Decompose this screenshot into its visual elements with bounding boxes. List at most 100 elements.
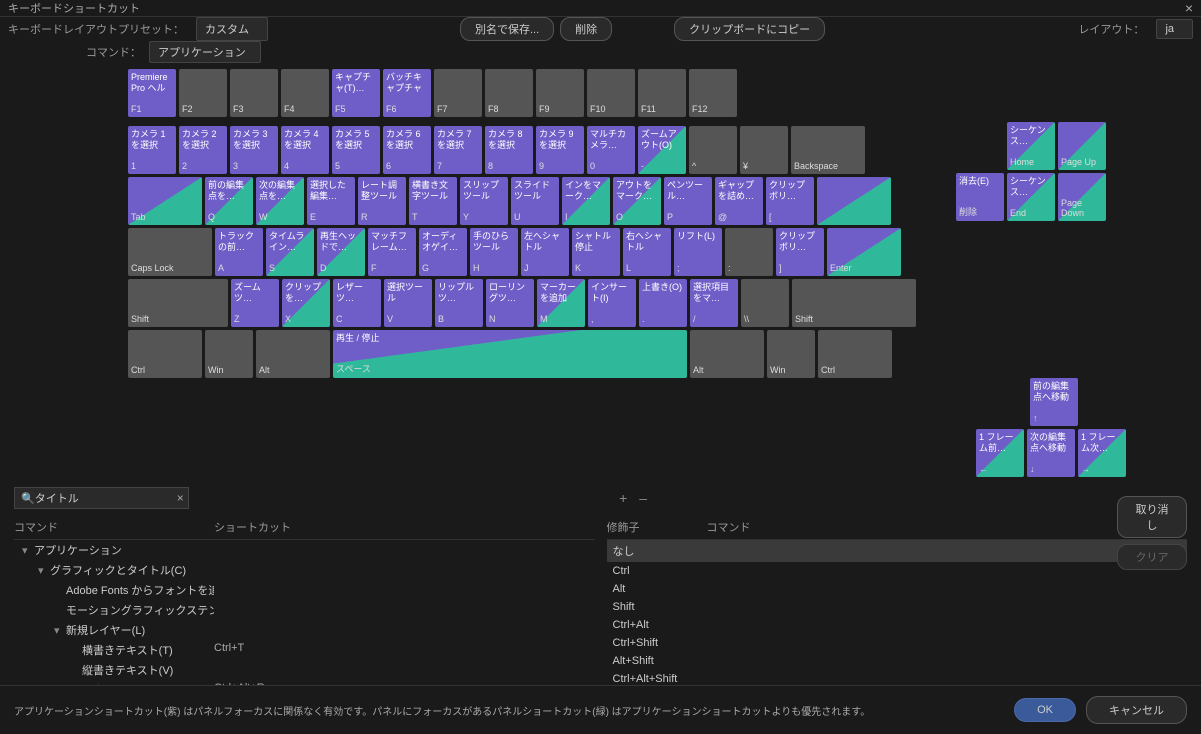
key-T[interactable]: 横書き文字ツールT	[409, 177, 457, 225]
copy-clipboard-button[interactable]: クリップボードにコピー	[674, 17, 825, 41]
key-M[interactable]: マーカーを追加M	[537, 279, 585, 327]
key-blank[interactable]	[817, 177, 891, 225]
key-W[interactable]: 次の編集点を…W	[256, 177, 304, 225]
key-8[interactable]: カメラ 8 を選択8	[485, 126, 533, 174]
key-][interactable]: クリップボリ…]	[776, 228, 824, 276]
ok-button[interactable]: OK	[1014, 698, 1076, 722]
key-スペース[interactable]: 再生 / 停止スペース	[333, 330, 687, 378]
modifier-row[interactable]: Ctrl+Alt	[607, 616, 1188, 634]
key-←[interactable]: 1 フレーム前…←	[976, 429, 1024, 477]
key-F10[interactable]: F10	[587, 69, 635, 117]
key-Page Up[interactable]: Page Up	[1058, 122, 1106, 170]
key-1[interactable]: カメラ 1 を選択1	[128, 126, 176, 174]
key-F5[interactable]: キャプチャ(T)…F5	[332, 69, 380, 117]
key-:[interactable]: :	[725, 228, 773, 276]
key-F11[interactable]: F11	[638, 69, 686, 117]
key-F8[interactable]: F8	[485, 69, 533, 117]
key-,[interactable]: インサート(I),	[588, 279, 636, 327]
key-Shift[interactable]: Shift	[128, 279, 228, 327]
key-B[interactable]: リップルツ…B	[435, 279, 483, 327]
layout-select[interactable]: ja	[1156, 19, 1193, 39]
key-→[interactable]: 1 フレーム次…→	[1078, 429, 1126, 477]
key-F1[interactable]: Premiere Pro ヘルプ…F1	[128, 69, 176, 117]
key-Win[interactable]: Win	[767, 330, 815, 378]
key-[[interactable]: クリップボリ…[	[766, 177, 814, 225]
clear-search-icon[interactable]: ×	[177, 491, 184, 505]
modifier-row[interactable]: Shift	[607, 598, 1188, 616]
key-F9[interactable]: F9	[536, 69, 584, 117]
modifier-row[interactable]: Alt+Shift	[607, 652, 1188, 670]
modifier-row[interactable]: Ctrl	[607, 562, 1188, 580]
key-N[interactable]: ローリングツ…N	[486, 279, 534, 327]
key-Alt[interactable]: Alt	[256, 330, 330, 378]
key-^[interactable]: ^	[689, 126, 737, 174]
cancel-button[interactable]: キャンセル	[1086, 696, 1187, 724]
key-I[interactable]: インをマーク…I	[562, 177, 610, 225]
tree-row[interactable]: ▾新規レイヤー(L)	[14, 620, 595, 640]
save-as-button[interactable]: 別名で保存...	[460, 17, 554, 41]
key-↓[interactable]: 次の編集点へ移動↓	[1027, 429, 1075, 477]
key-F2[interactable]: F2	[179, 69, 227, 117]
clear-button[interactable]: クリア	[1117, 544, 1187, 570]
command-tree[interactable]: ▾アプリケーション▾グラフィックとタイトル(C)Adobe Fonts からフォ…	[14, 540, 595, 685]
tree-row[interactable]: Adobe Fonts からフォントを追加…	[14, 580, 595, 600]
key--[interactable]: ズームアウト(O)-	[638, 126, 686, 174]
key-6[interactable]: カメラ 6 を選択6	[383, 126, 431, 174]
delete-button[interactable]: 削除	[560, 17, 612, 41]
key-S[interactable]: タイムライン…S	[266, 228, 314, 276]
key-¥[interactable]: ¥	[740, 126, 788, 174]
tree-row[interactable]: ▾アプリケーション	[14, 540, 595, 560]
key-2[interactable]: カメラ 2 を選択2	[179, 126, 227, 174]
key-C[interactable]: レザーツ…C	[333, 279, 381, 327]
undo-button[interactable]: 取り消し	[1117, 496, 1187, 538]
preset-select[interactable]: カスタム	[196, 17, 268, 41]
key-Tab[interactable]: Tab	[128, 177, 202, 225]
key-X[interactable]: クリップを…X	[282, 279, 330, 327]
key-V[interactable]: 選択ツールV	[384, 279, 432, 327]
key-J[interactable]: 左へシャトルJ	[521, 228, 569, 276]
key-Y[interactable]: スリップツールY	[460, 177, 508, 225]
key-Ctrl[interactable]: Ctrl	[818, 330, 892, 378]
key-0[interactable]: マルチカメラ…0	[587, 126, 635, 174]
key-↑[interactable]: 前の編集点へ移動↑	[1030, 378, 1078, 426]
key-E[interactable]: 選択した編集…E	[307, 177, 355, 225]
close-icon[interactable]: ×	[1185, 0, 1193, 16]
modifier-row[interactable]: Alt	[607, 580, 1188, 598]
tree-row[interactable]: 縦書きテキスト(V)	[14, 660, 595, 680]
search-input[interactable]	[35, 492, 177, 504]
key-5[interactable]: カメラ 5 を選択5	[332, 126, 380, 174]
key-7[interactable]: カメラ 7 を選択7	[434, 126, 482, 174]
modifier-row[interactable]: なし	[607, 540, 1188, 562]
tree-row[interactable]: ▾グラフィックとタイトル(C)	[14, 560, 595, 580]
key-3[interactable]: カメラ 3 を選択3	[230, 126, 278, 174]
key-\\[interactable]: \\	[741, 279, 789, 327]
key-U[interactable]: スライドツールU	[511, 177, 559, 225]
key-;[interactable]: リフト(L);	[674, 228, 722, 276]
key-/[interactable]: 選択項目をマ…/	[690, 279, 738, 327]
key-@[interactable]: ギャップを詰め…@	[715, 177, 763, 225]
search-box[interactable]: 🔍 ×	[14, 487, 189, 509]
key-Caps Lock[interactable]: Caps Lock	[128, 228, 212, 276]
key-A[interactable]: トラックの前…A	[215, 228, 263, 276]
minus-icon[interactable]: –	[639, 490, 647, 506]
key-F7[interactable]: F7	[434, 69, 482, 117]
key-End[interactable]: シーケンス…End	[1007, 173, 1055, 221]
key-F12[interactable]: F12	[689, 69, 737, 117]
key-R[interactable]: レート調整ツールR	[358, 177, 406, 225]
key-O[interactable]: アウトをマーク…O	[613, 177, 661, 225]
commands-select[interactable]: アプリケーション	[149, 41, 261, 63]
key-Shift[interactable]: Shift	[792, 279, 916, 327]
key-L[interactable]: 右へシャトルL	[623, 228, 671, 276]
key-P[interactable]: ペンツール…P	[664, 177, 712, 225]
key-D[interactable]: 再生ヘッドで…D	[317, 228, 365, 276]
key-Ctrl[interactable]: Ctrl	[128, 330, 202, 378]
key-Z[interactable]: ズームツ…Z	[231, 279, 279, 327]
key-Alt[interactable]: Alt	[690, 330, 764, 378]
modifier-row[interactable]: Ctrl+Shift	[607, 634, 1188, 652]
key-Q[interactable]: 前の編集点を…Q	[205, 177, 253, 225]
tree-row[interactable]: モーショングラフィックステンプレー…	[14, 600, 595, 620]
key-9[interactable]: カメラ 9 を選択9	[536, 126, 584, 174]
key-4[interactable]: カメラ 4 を選択4	[281, 126, 329, 174]
key-G[interactable]: オーディオゲイ…G	[419, 228, 467, 276]
key-Home[interactable]: シーケンス…Home	[1007, 122, 1055, 170]
